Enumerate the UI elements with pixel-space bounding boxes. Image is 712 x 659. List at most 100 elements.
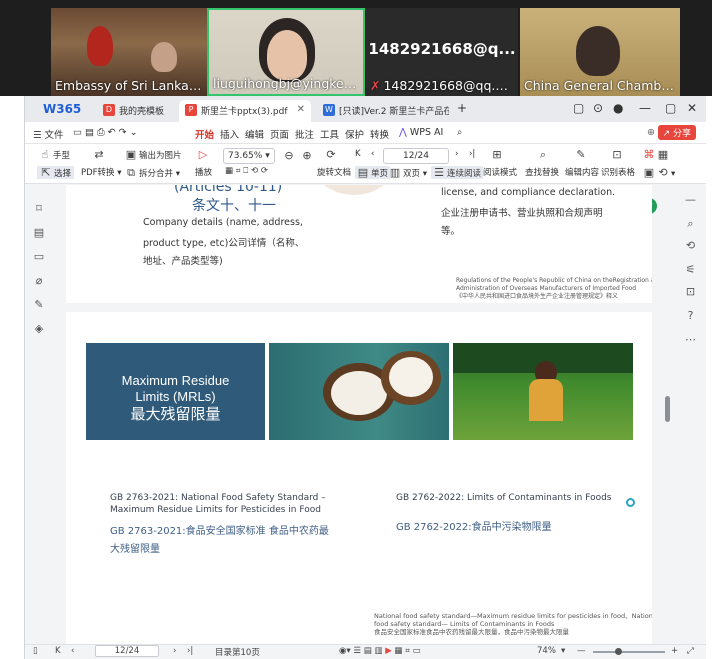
sidebar-toggle-icon[interactable]: ▯ [33,646,38,656]
close-icon[interactable]: ✕ [297,104,305,115]
adjust-icon[interactable]: ⚟ [684,263,697,276]
next-page-icon[interactable]: › [173,646,176,656]
hand-tool-button[interactable]: ☝ 手型 [39,148,70,161]
find-icon[interactable]: ⌕ [537,148,551,162]
more-tools-icon-2[interactable]: ▣ ⟲ ▾ [643,166,675,179]
pdf-convert-icon[interactable]: ⇄ [93,148,107,161]
more-icon[interactable]: ⋯ [684,333,697,346]
double-page-button[interactable]: ▥ 双页 ▾ [389,166,427,179]
play-button[interactable]: 播放 [195,166,212,178]
participant-tile[interactable]: Embassy of Sri Lanka - B... [51,8,207,96]
translate-icon[interactable]: ⟲ [684,239,697,252]
app-logo[interactable]: W365 [43,102,81,116]
first-page-icon[interactable]: K [55,646,61,656]
continuous-read-button[interactable]: ☰ 连续阅读 [431,166,484,179]
rotate-icon[interactable]: ⟳ [325,148,339,161]
search-icon[interactable]: ⌕ [457,127,462,138]
view-icons[interactable]: ▦ ⌗ ⎕ ⟲ ⟳ [225,166,268,176]
fullscreen-icon[interactable]: ⤢ [687,646,694,656]
window-layout-icon[interactable]: ▢ [573,101,584,115]
book-icon[interactable]: ⊞ [491,148,505,161]
edit-content-button[interactable]: 编辑内容 [565,166,599,178]
rotate-doc-button[interactable]: 旋转文档 [317,166,351,178]
menu-file[interactable]: ☰ 文件 [33,127,64,141]
footnote-line: 《中华人民共和国进口食品境外生产企业注册管理规定》释义 [456,293,619,300]
export-image-button[interactable]: ▣ 输出为图片 [125,148,182,161]
wps-ai-button[interactable]: ⋀ WPS AI [399,127,443,138]
menu-item-page[interactable]: 页面 [270,127,289,141]
wps-ai-label: WPS AI [409,127,444,138]
zoom-dropdown-icon[interactable]: ▾ [561,646,565,656]
prev-page-icon[interactable]: ‹ [71,646,74,656]
right-sidebar: — ⌕ ⟲ ⚟ ⊡ ? ⋯ [675,185,706,659]
status-page-input[interactable]: 12/24 [95,645,159,657]
cloud-icon[interactable]: ⊕ [647,127,655,138]
double-page-icon: ▥ [389,166,401,179]
avatar[interactable]: ● [613,101,623,115]
zoom-in-icon[interactable]: + [671,646,678,656]
last-page-icon[interactable]: ›| [187,646,193,656]
participant-video [576,26,620,76]
participant-tile-active[interactable]: liuguihongbj@yingkelaw... [207,8,365,96]
edit-icon[interactable]: ✎ [575,148,589,161]
page-input[interactable]: 12/24 [383,148,449,164]
pdf-page-11: (Articles 10-11) 条文十、十一 Company details … [66,185,652,303]
menu-item-edit[interactable]: 编辑 [245,127,264,141]
tab-label: [只读]Ver.2 斯里兰卡产品在中国 [339,107,449,117]
thumbnail-icon[interactable]: ▤ [33,227,45,239]
collapse-icon[interactable]: — [684,193,697,206]
attachment-icon[interactable]: ⌀ [33,275,45,287]
zoom-in-icon[interactable]: ⊕ [301,149,315,162]
zoom-out-icon[interactable]: — [577,646,586,656]
zoom-slider[interactable] [593,651,665,653]
select-tool-button[interactable]: ⇱ 选择 [37,166,75,179]
tab-template[interactable]: D 我的壳模板 [97,100,173,122]
new-tab-button[interactable]: + [457,101,467,115]
menu-item-tools[interactable]: 工具 [320,127,339,141]
find-replace-button[interactable]: 查找替换 [525,166,559,178]
more-tools-icon[interactable]: ⌘ ▦ [643,148,671,161]
layers-icon[interactable]: ◈ [33,323,45,335]
participant-tile[interactable]: China General Chamber ... [520,8,680,96]
minimize-icon[interactable]: — [639,101,651,115]
recognize-table-button[interactable]: 识别表格 [601,166,635,178]
image-icon: ▣ [125,148,137,161]
bookmark-icon[interactable]: ⌑ [33,203,45,215]
menu-item-insert[interactable]: 插入 [220,127,239,141]
table-icon[interactable]: ⊡ [611,148,625,161]
menu-item-protect[interactable]: 保护 [345,127,364,141]
double-label: 双页 [403,169,421,179]
menu-item-convert[interactable]: 转换 [370,127,389,141]
split-merge-button[interactable]: ⧉ 拆分合并 ▾ [125,166,180,180]
menu-item-start[interactable]: 开始 [195,127,215,146]
cursor-icon: ⇱ [41,166,51,179]
menu-item-comment[interactable]: 批注 [295,127,314,141]
wps-window: W365 D 我的壳模板 P 斯里兰卡pptx(3).pdf ✕ W [只读]V… [24,96,706,659]
zoom-slider-handle[interactable] [615,648,622,655]
maximize-icon[interactable]: ▢ [665,101,676,115]
view-mode-icons[interactable]: ◉▾ ☰ ▤ ▥ ▶ ▦ ⌗ ▭ [339,646,421,656]
next-page-icon[interactable]: › [455,149,458,159]
search-panel-icon[interactable]: ⌕ [684,217,697,230]
tab-pdf[interactable]: P 斯里兰卡pptx(3).pdf ✕ [179,100,311,122]
participant-tile[interactable]: 1482921668@q... ✗ 1482921668@qq.com [366,8,518,96]
single-page-button[interactable]: ▤ 单页 [355,166,391,179]
read-mode-button[interactable]: 阅读模式 [483,166,517,178]
quick-access-icons[interactable]: ▭ ▤ ⎙ ↶ ↷ ⌄ [73,127,138,138]
vertical-scrollbar[interactable] [665,396,670,422]
signature-icon[interactable]: ✎ [33,299,45,311]
zoom-out-icon[interactable]: ⊖ [283,149,297,162]
settings-icon[interactable]: ⊙ [593,101,603,115]
crop-icon[interactable]: ⊡ [684,285,697,298]
tab-word[interactable]: W [只读]Ver.2 斯里兰卡产品在中国 [317,100,449,122]
share-button[interactable]: ↗ 分享 [657,125,696,140]
prev-page-icon[interactable]: ‹ [371,149,374,159]
last-page-icon[interactable]: ›| [469,149,475,159]
close-window-icon[interactable]: ✕ [687,101,697,115]
play-icon[interactable]: ▷ [197,148,211,161]
zoom-select[interactable]: 73.65% ▾ [223,148,275,164]
first-page-icon[interactable]: K [355,149,361,159]
comment-icon[interactable]: ▭ [33,251,45,263]
pdf-convert-button[interactable]: PDF转换 ▾ [81,166,122,178]
help-icon[interactable]: ? [684,309,697,322]
